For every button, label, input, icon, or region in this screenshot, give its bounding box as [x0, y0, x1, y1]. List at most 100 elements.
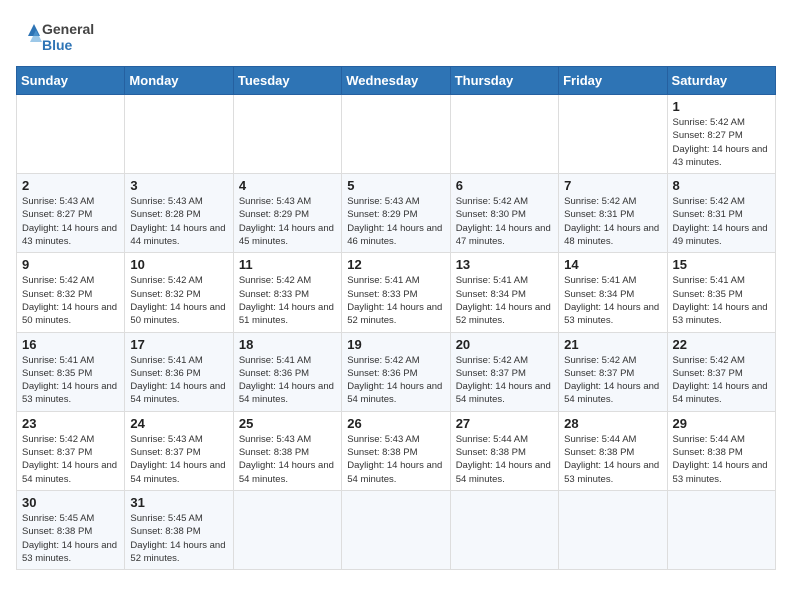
calendar-cell [559, 490, 667, 569]
day-number: 29 [673, 416, 770, 431]
day-info: Sunrise: 5:45 AMSunset: 8:38 PMDaylight:… [22, 512, 119, 565]
calendar-cell: 28Sunrise: 5:44 AMSunset: 8:38 PMDayligh… [559, 411, 667, 490]
weekday-header-tuesday: Tuesday [233, 67, 341, 95]
day-number: 22 [673, 337, 770, 352]
day-number: 6 [456, 178, 553, 193]
calendar-cell: 19 Sunrise: 5:42 AMSunset: 8:36 PMDayligh… [342, 332, 450, 411]
calendar-cell [233, 95, 341, 174]
calendar-cell: 5 Sunrise: 5:43 AMSunset: 8:29 PMDaylight… [342, 174, 450, 253]
logo: General Blue [16, 16, 106, 58]
calendar-header: SundayMondayTuesdayWednesdayThursdayFrid… [17, 67, 776, 95]
day-number: 23 [22, 416, 119, 431]
weekday-header-saturday: Saturday [667, 67, 775, 95]
day-info: Sunrise: 5:44 AMSunset: 8:38 PMDaylight:… [673, 433, 770, 486]
day-info: Sunrise: 5:42 AMSunset: 8:37 PMDaylight:… [673, 354, 770, 407]
weekday-header-thursday: Thursday [450, 67, 558, 95]
day-info: Sunrise: 5:42 AMSunset: 8:37 PMDaylight:… [456, 354, 553, 407]
calendar-cell: 10 Sunrise: 5:42 AMSunset: 8:32 PMDayligh… [125, 253, 233, 332]
calendar-cell: 12 Sunrise: 5:41 AMSunset: 8:33 PMDayligh… [342, 253, 450, 332]
weekday-header-monday: Monday [125, 67, 233, 95]
calendar-week-row: 30 Sunrise: 5:45 AMSunset: 8:38 PMDayligh… [17, 490, 776, 569]
day-number: 17 [130, 337, 227, 352]
day-number: 24 [130, 416, 227, 431]
calendar-cell [559, 95, 667, 174]
day-info: Sunrise: 5:43 AMSunset: 8:29 PMDaylight:… [239, 195, 336, 248]
day-info: Sunrise: 5:43 AMSunset: 8:38 PMDaylight:… [239, 433, 336, 486]
calendar-cell: 20 Sunrise: 5:42 AMSunset: 8:37 PMDayligh… [450, 332, 558, 411]
day-number: 16 [22, 337, 119, 352]
day-number: 5 [347, 178, 444, 193]
calendar-cell [342, 490, 450, 569]
day-info: Sunrise: 5:41 AMSunset: 8:36 PMDaylight:… [239, 354, 336, 407]
day-number: 1 [673, 99, 770, 114]
day-number: 7 [564, 178, 661, 193]
day-number: 15 [673, 257, 770, 272]
calendar-cell [450, 490, 558, 569]
calendar-cell: 31 Sunrise: 5:45 AMSunset: 8:38 PMDayligh… [125, 490, 233, 569]
calendar-cell: 11Sunrise: 5:42 AMSunset: 8:33 PMDayligh… [233, 253, 341, 332]
weekday-header-wednesday: Wednesday [342, 67, 450, 95]
calendar-cell: 25 Sunrise: 5:43 AMSunset: 8:38 PMDayligh… [233, 411, 341, 490]
day-info: Sunrise: 5:41 AMSunset: 8:33 PMDaylight:… [347, 274, 444, 327]
calendar-cell: 22 Sunrise: 5:42 AMSunset: 8:37 PMDayligh… [667, 332, 775, 411]
calendar-cell: 9Sunrise: 5:42 AMSunset: 8:32 PMDaylight… [17, 253, 125, 332]
calendar-week-row: 16 Sunrise: 5:41 AMSunset: 8:35 PMDayligh… [17, 332, 776, 411]
calendar-cell: 3Sunrise: 5:43 AMSunset: 8:28 PMDaylight… [125, 174, 233, 253]
day-info: Sunrise: 5:41 AMSunset: 8:36 PMDaylight:… [130, 354, 227, 407]
calendar-cell: 14Sunrise: 5:41 AMSunset: 8:34 PMDayligh… [559, 253, 667, 332]
weekday-header-friday: Friday [559, 67, 667, 95]
calendar-cell: 16 Sunrise: 5:41 AMSunset: 8:35 PMDayligh… [17, 332, 125, 411]
calendar-week-row: 9Sunrise: 5:42 AMSunset: 8:32 PMDaylight… [17, 253, 776, 332]
day-number: 13 [456, 257, 553, 272]
day-info: Sunrise: 5:43 AMSunset: 8:37 PMDaylight:… [130, 433, 227, 486]
calendar-cell: 7 Sunrise: 5:42 AMSunset: 8:31 PMDaylight… [559, 174, 667, 253]
day-number: 4 [239, 178, 336, 193]
day-info: Sunrise: 5:41 AMSunset: 8:35 PMDaylight:… [673, 274, 770, 327]
svg-text:General: General [42, 21, 94, 37]
calendar-cell: 26 Sunrise: 5:43 AMSunset: 8:38 PMDayligh… [342, 411, 450, 490]
calendar-cell: 23Sunrise: 5:42 AMSunset: 8:37 PMDayligh… [17, 411, 125, 490]
day-info: Sunrise: 5:43 AMSunset: 8:27 PMDaylight:… [22, 195, 119, 248]
day-number: 10 [130, 257, 227, 272]
day-info: Sunrise: 5:42 AMSunset: 8:32 PMDaylight:… [130, 274, 227, 327]
day-info: Sunrise: 5:42 AMSunset: 8:32 PMDaylight:… [22, 274, 119, 327]
day-number: 14 [564, 257, 661, 272]
day-info: Sunrise: 5:42 AMSunset: 8:31 PMDaylight:… [564, 195, 661, 248]
day-number: 3 [130, 178, 227, 193]
weekday-header-sunday: Sunday [17, 67, 125, 95]
calendar-cell [125, 95, 233, 174]
logo-svg: General Blue [16, 16, 106, 58]
day-info: Sunrise: 5:42 AMSunset: 8:30 PMDaylight:… [456, 195, 553, 248]
calendar-cell: 1 Sunrise: 5:42 AMSunset: 8:27 PMDaylight… [667, 95, 775, 174]
day-number: 25 [239, 416, 336, 431]
day-info: Sunrise: 5:42 AMSunset: 8:27 PMDaylight:… [673, 116, 770, 169]
day-info: Sunrise: 5:43 AMSunset: 8:29 PMDaylight:… [347, 195, 444, 248]
calendar-body: 1 Sunrise: 5:42 AMSunset: 8:27 PMDaylight… [17, 95, 776, 570]
day-number: 2 [22, 178, 119, 193]
day-info: Sunrise: 5:43 AMSunset: 8:38 PMDaylight:… [347, 433, 444, 486]
day-number: 26 [347, 416, 444, 431]
day-number: 18 [239, 337, 336, 352]
day-number: 12 [347, 257, 444, 272]
day-info: Sunrise: 5:44 AMSunset: 8:38 PMDaylight:… [456, 433, 553, 486]
day-number: 19 [347, 337, 444, 352]
calendar-cell: 17 Sunrise: 5:41 AMSunset: 8:36 PMDayligh… [125, 332, 233, 411]
day-info: Sunrise: 5:41 AMSunset: 8:35 PMDaylight:… [22, 354, 119, 407]
day-number: 31 [130, 495, 227, 510]
day-info: Sunrise: 5:45 AMSunset: 8:38 PMDaylight:… [130, 512, 227, 565]
day-info: Sunrise: 5:42 AMSunset: 8:33 PMDaylight:… [239, 274, 336, 327]
day-number: 30 [22, 495, 119, 510]
day-number: 20 [456, 337, 553, 352]
calendar-cell: 8Sunrise: 5:42 AMSunset: 8:31 PMDaylight… [667, 174, 775, 253]
day-number: 28 [564, 416, 661, 431]
calendar-cell: 15 Sunrise: 5:41 AMSunset: 8:35 PMDayligh… [667, 253, 775, 332]
day-number: 21 [564, 337, 661, 352]
calendar-cell: 24 Sunrise: 5:43 AMSunset: 8:37 PMDayligh… [125, 411, 233, 490]
header: General Blue [16, 16, 776, 58]
calendar-week-row: 23Sunrise: 5:42 AMSunset: 8:37 PMDayligh… [17, 411, 776, 490]
calendar-cell: 6 Sunrise: 5:42 AMSunset: 8:30 PMDaylight… [450, 174, 558, 253]
day-info: Sunrise: 5:42 AMSunset: 8:36 PMDaylight:… [347, 354, 444, 407]
weekday-header-row: SundayMondayTuesdayWednesdayThursdayFrid… [17, 67, 776, 95]
day-info: Sunrise: 5:42 AMSunset: 8:37 PMDaylight:… [564, 354, 661, 407]
calendar-cell [667, 490, 775, 569]
